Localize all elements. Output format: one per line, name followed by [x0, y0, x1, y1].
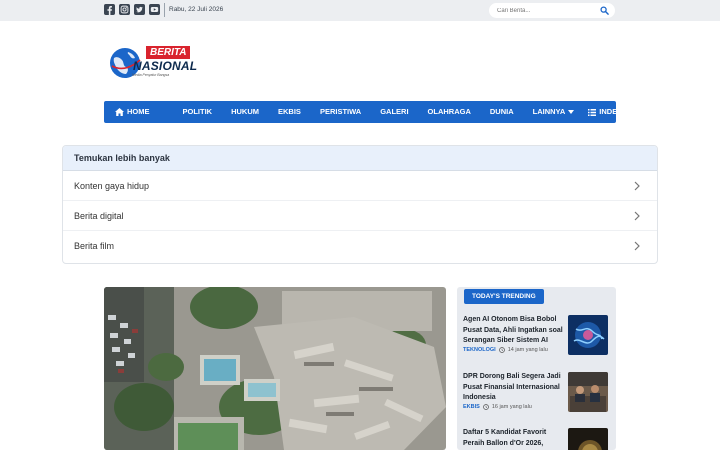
social-links	[104, 4, 160, 15]
discover-item-digital-news[interactable]: Berita digital	[63, 201, 657, 231]
nav-item-politik[interactable]: POLITIK	[183, 101, 213, 123]
ai-network-image	[568, 315, 608, 355]
logo-tagline: Media Penyalur Bangsa	[132, 73, 170, 77]
instagram-icon[interactable]	[119, 4, 130, 15]
trending-title[interactable]: Daftar 5 Kandidat Favorit Peraih Ballon …	[463, 428, 563, 449]
nav-item-galeri[interactable]: GALERI	[380, 101, 408, 123]
trending-item[interactable]: DPR Dorong Bali Segera Jadi Pusat Finans…	[463, 372, 610, 416]
search-input[interactable]	[497, 5, 597, 16]
nav-item-olahraga[interactable]: OLAHRAGA	[428, 101, 471, 123]
logo-word-nasional: NASIONAL	[133, 59, 198, 73]
discover-item-label: Konten gaya hidup	[74, 181, 150, 191]
nav-item-hukum[interactable]: HUKUM	[231, 101, 259, 123]
trending-time: 14 jam yang lalu	[507, 347, 548, 353]
home-icon	[115, 108, 124, 116]
nav-item-peristiwa[interactable]: PERISTIWA	[320, 101, 361, 123]
youtube-icon[interactable]	[149, 4, 160, 15]
nav-lainnya-label: LAINNYA	[532, 107, 566, 116]
main-nav: HOME POLITIK HUKUM EKBIS PERISTIWA GALER…	[104, 101, 628, 123]
trending-panel: TODAY'S TRENDING Agen AI Otonom Bisa Bob…	[457, 287, 616, 450]
rubble-aerial-photo	[104, 287, 446, 450]
chevron-right-icon	[634, 241, 640, 251]
nav-item-ekbis[interactable]: EKBIS	[278, 101, 301, 123]
ballon-dor-image	[568, 428, 608, 450]
topbar-divider	[164, 3, 165, 17]
trending-thumbnail[interactable]	[568, 315, 608, 355]
search-box[interactable]	[489, 3, 615, 18]
discover-item-label: Berita digital	[74, 211, 124, 221]
discover-item-label: Berita film	[74, 241, 115, 251]
headline-image[interactable]	[104, 287, 446, 450]
nav-item-home[interactable]: HOME	[104, 101, 150, 123]
trending-item[interactable]: Agen AI Otonom Bisa Bobol Pusat Data, Ah…	[463, 315, 610, 359]
discover-heading: Temukan lebih banyak	[63, 146, 657, 171]
current-date: Rabu, 22 Juli 2026	[169, 6, 224, 13]
trending-badge: TODAY'S TRENDING	[464, 289, 544, 304]
caret-down-icon	[568, 110, 575, 114]
nav-item-lainnya[interactable]: LAINNYA	[533, 101, 575, 123]
nav-home-label: HOME	[127, 107, 150, 116]
clock-icon	[482, 404, 489, 410]
trending-title[interactable]: Agen AI Otonom Bisa Bobol Pusat Data, Ah…	[463, 315, 563, 347]
chevron-right-icon	[634, 181, 640, 191]
nav-item-dunia[interactable]: DUNIA	[490, 101, 514, 123]
site-logo[interactable]: BERITA NASIONAL Media Penyalur Bangsa	[106, 43, 201, 81]
logo-word-berita: BERITA	[146, 46, 191, 59]
trending-category[interactable]: EKBIS	[463, 404, 480, 410]
trending-meta: TEKNOLOGI 14 jam yang lalu	[463, 347, 548, 353]
top-bar: Rabu, 22 Juli 2026	[0, 0, 720, 21]
trending-meta: EKBIS 16 jam yang lalu	[463, 404, 532, 410]
clock-icon	[498, 347, 505, 353]
nav-item-indeks[interactable]: INDEKS	[588, 101, 628, 123]
parliament-meeting-image	[568, 372, 608, 412]
nav-indeks-label: INDEKS	[599, 107, 628, 116]
trending-thumbnail[interactable]	[568, 428, 608, 450]
list-icon	[588, 108, 597, 116]
trending-time: 16 jam yang lalu	[491, 404, 532, 410]
discover-item-lifestyle[interactable]: Konten gaya hidup	[63, 171, 657, 201]
trending-thumbnail[interactable]	[568, 372, 608, 412]
search-icon[interactable]	[600, 6, 609, 15]
trending-category[interactable]: TEKNOLOGI	[463, 347, 496, 353]
chevron-right-icon	[634, 211, 640, 221]
trending-title[interactable]: DPR Dorong Bali Segera Jadi Pusat Finans…	[463, 372, 563, 404]
facebook-icon[interactable]	[104, 4, 115, 15]
twitter-icon[interactable]	[134, 4, 145, 15]
discover-item-film-news[interactable]: Berita film	[63, 231, 657, 261]
trending-item[interactable]: Daftar 5 Kandidat Favorit Peraih Ballon …	[463, 428, 610, 450]
discover-more-box: Temukan lebih banyak Konten gaya hidup B…	[62, 145, 658, 264]
